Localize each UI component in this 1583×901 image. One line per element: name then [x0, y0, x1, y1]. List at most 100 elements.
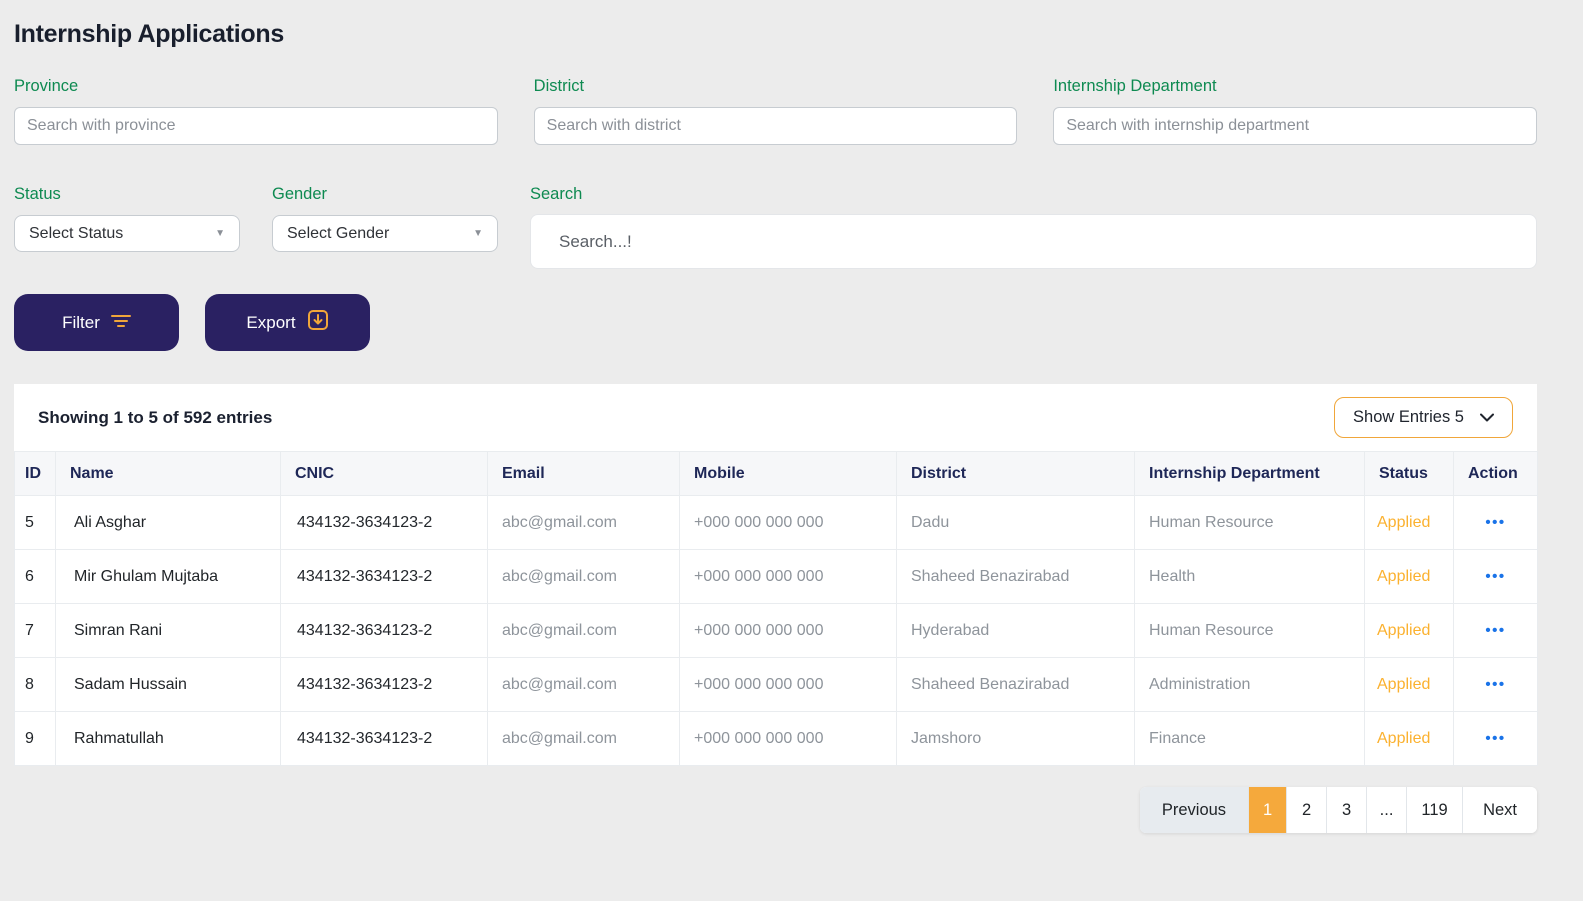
cell-email: abc@gmail.com: [488, 496, 680, 550]
table-header-bar: Showing 1 to 5 of 592 entries Show Entri…: [14, 384, 1537, 451]
cell-email: abc@gmail.com: [488, 712, 680, 766]
status-badge: Applied: [1365, 712, 1454, 766]
export-button[interactable]: Export: [205, 294, 370, 351]
ellipsis-icon: •••: [1485, 622, 1505, 639]
filter-button[interactable]: Filter: [14, 294, 179, 351]
status-badge: Applied: [1365, 658, 1454, 712]
pagination-bar: Previous 1 2 3 ... 119 Next: [14, 787, 1537, 833]
status-select-value: Select Status: [29, 225, 123, 243]
download-icon: [307, 309, 329, 336]
ellipsis-icon: •••: [1485, 730, 1505, 747]
cell-name: Rahmatullah: [56, 712, 281, 766]
ellipsis-icon: •••: [1485, 676, 1505, 693]
col-header-action[interactable]: Action: [1454, 452, 1538, 496]
filter-button-label: Filter: [62, 313, 100, 333]
col-header-cnic[interactable]: CNIC: [281, 452, 488, 496]
gender-select[interactable]: Select Gender ▼: [272, 215, 498, 252]
department-input[interactable]: [1053, 107, 1537, 145]
status-badge: Applied: [1365, 550, 1454, 604]
department-field-group: Internship Department: [1053, 77, 1537, 145]
show-entries-dropdown[interactable]: Show Entries 5: [1334, 397, 1513, 438]
cell-name: Simran Rani: [56, 604, 281, 658]
table-row: 9 Rahmatullah 434132-3634123-2 abc@gmail…: [15, 712, 1538, 766]
filter-row-1: Province District Internship Department: [14, 77, 1537, 145]
district-label: District: [534, 77, 1018, 96]
row-actions-menu-button[interactable]: •••: [1485, 730, 1505, 747]
cell-action: •••: [1454, 550, 1538, 604]
table-row: 6 Mir Ghulam Mujtaba 434132-3634123-2 ab…: [15, 550, 1538, 604]
pagination-page-1[interactable]: 1: [1249, 787, 1287, 833]
chevron-down-icon: ▼: [215, 229, 225, 239]
cell-email: abc@gmail.com: [488, 550, 680, 604]
search-field-group: Search: [530, 185, 1537, 269]
col-header-district[interactable]: District: [897, 452, 1135, 496]
row-actions-menu-button[interactable]: •••: [1485, 622, 1505, 639]
pagination-ellipsis[interactable]: ...: [1367, 787, 1407, 833]
export-button-label: Export: [246, 313, 295, 333]
district-field-group: District: [534, 77, 1018, 145]
pagination-page-2[interactable]: 2: [1287, 787, 1327, 833]
pagination-page-119[interactable]: 119: [1407, 787, 1463, 833]
status-badge: Applied: [1365, 604, 1454, 658]
cell-name: Mir Ghulam Mujtaba: [56, 550, 281, 604]
cell-department: Human Resource: [1135, 496, 1365, 550]
cell-action: •••: [1454, 604, 1538, 658]
cell-department: Health: [1135, 550, 1365, 604]
cell-mobile: +000 000 000 000: [680, 604, 897, 658]
cell-district: Hyderabad: [897, 604, 1135, 658]
cell-action: •••: [1454, 496, 1538, 550]
cell-department: Finance: [1135, 712, 1365, 766]
status-field-group: Status Select Status ▼: [14, 185, 240, 269]
cell-department: Human Resource: [1135, 604, 1365, 658]
entries-summary: Showing 1 to 5 of 592 entries: [38, 408, 272, 428]
filter-lines-icon: [111, 313, 131, 333]
cell-district: Shaheed Benazirabad: [897, 658, 1135, 712]
cell-district: Dadu: [897, 496, 1135, 550]
row-actions-menu-button[interactable]: •••: [1485, 514, 1505, 531]
department-label: Internship Department: [1053, 77, 1537, 96]
col-header-department[interactable]: Internship Department: [1135, 452, 1365, 496]
search-input[interactable]: [530, 214, 1537, 269]
applications-table: ID Name CNIC Email Mobile District Inter…: [14, 451, 1538, 766]
cell-id: 7: [15, 604, 56, 658]
page-title: Internship Applications: [14, 20, 1537, 49]
province-input[interactable]: [14, 107, 498, 145]
col-header-name[interactable]: Name: [56, 452, 281, 496]
gender-label: Gender: [272, 185, 498, 204]
cell-mobile: +000 000 000 000: [680, 712, 897, 766]
district-input[interactable]: [534, 107, 1018, 145]
row-actions-menu-button[interactable]: •••: [1485, 676, 1505, 693]
status-select[interactable]: Select Status ▼: [14, 215, 240, 252]
pagination-previous-button[interactable]: Previous: [1140, 787, 1249, 833]
cell-id: 8: [15, 658, 56, 712]
cell-district: Shaheed Benazirabad: [897, 550, 1135, 604]
gender-field-group: Gender Select Gender ▼: [272, 185, 498, 269]
status-badge: Applied: [1365, 496, 1454, 550]
status-label: Status: [14, 185, 240, 204]
province-label: Province: [14, 77, 498, 96]
cell-id: 6: [15, 550, 56, 604]
pagination-next-button[interactable]: Next: [1463, 787, 1537, 833]
filter-row-2: Status Select Status ▼ Gender Select Gen…: [14, 185, 1537, 269]
row-actions-menu-button[interactable]: •••: [1485, 568, 1505, 585]
col-header-mobile[interactable]: Mobile: [680, 452, 897, 496]
col-header-id[interactable]: ID: [15, 452, 56, 496]
cell-mobile: +000 000 000 000: [680, 550, 897, 604]
cell-cnic: 434132-3634123-2: [281, 550, 488, 604]
search-label: Search: [530, 185, 1537, 204]
applications-table-card: Showing 1 to 5 of 592 entries Show Entri…: [14, 384, 1537, 766]
table-header-row: ID Name CNIC Email Mobile District Inter…: [15, 452, 1538, 496]
col-header-email[interactable]: Email: [488, 452, 680, 496]
ellipsis-icon: •••: [1485, 568, 1505, 585]
cell-district: Jamshoro: [897, 712, 1135, 766]
chevron-down-icon: ▼: [473, 229, 483, 239]
page: Internship Applications Province Distric…: [0, 0, 1583, 833]
table-row: 7 Simran Rani 434132-3634123-2 abc@gmail…: [15, 604, 1538, 658]
cell-email: abc@gmail.com: [488, 604, 680, 658]
cell-mobile: +000 000 000 000: [680, 658, 897, 712]
col-header-status[interactable]: Status: [1365, 452, 1454, 496]
table-row: 8 Sadam Hussain 434132-3634123-2 abc@gma…: [15, 658, 1538, 712]
cell-action: •••: [1454, 658, 1538, 712]
pagination-page-3[interactable]: 3: [1327, 787, 1367, 833]
gender-select-value: Select Gender: [287, 225, 389, 243]
